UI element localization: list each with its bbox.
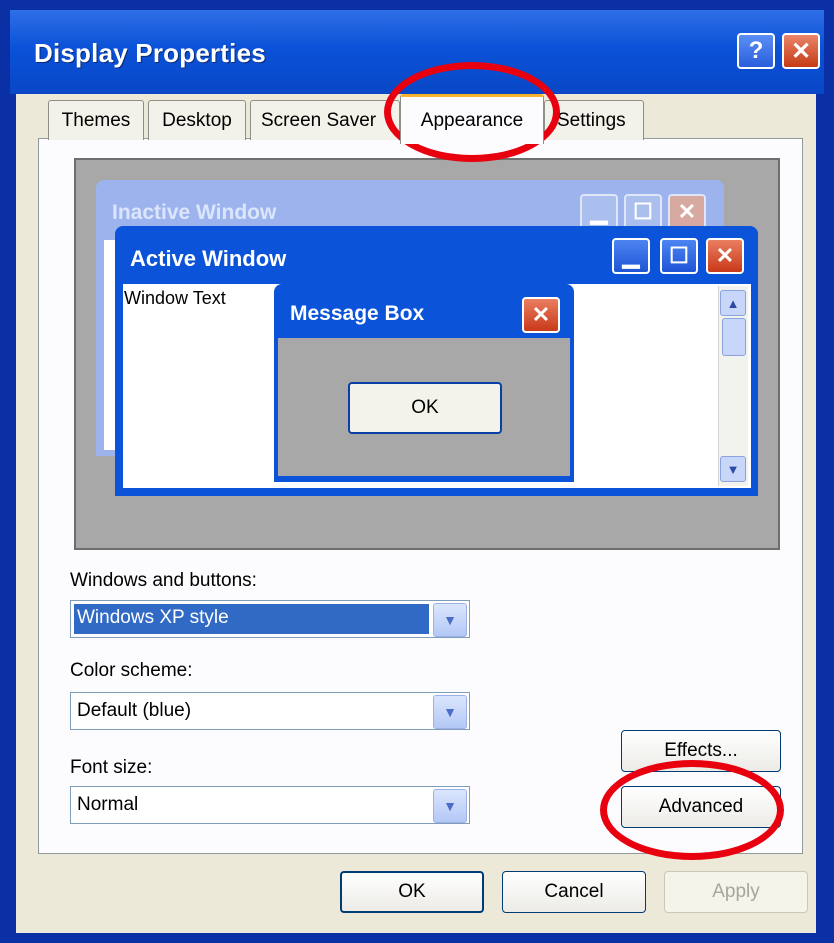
color-scheme-select[interactable]: Default (blue) ▼ <box>70 692 470 730</box>
font-size-label: Font size: <box>70 757 153 778</box>
maximize-icon: ☐ <box>660 238 698 274</box>
close-button[interactable]: ✕ <box>782 33 820 69</box>
inactive-window-title: Inactive Window <box>112 201 277 224</box>
cancel-button[interactable]: Cancel <box>502 871 646 913</box>
help-button[interactable]: ? <box>737 33 775 69</box>
close-icon: ✕ <box>668 194 706 230</box>
scroll-thumb <box>722 318 746 356</box>
close-icon: ✕ <box>522 297 560 333</box>
ok-button[interactable]: OK <box>340 871 484 913</box>
message-box-ok-button: OK <box>348 382 502 434</box>
tab-appearance[interactable]: Appearance <box>400 94 544 144</box>
close-icon: ✕ <box>706 238 744 274</box>
chevron-down-icon[interactable]: ▼ <box>433 695 467 729</box>
font-size-select[interactable]: Normal ▼ <box>70 786 470 824</box>
minimize-icon: ▁ <box>580 194 618 230</box>
color-scheme-value: Default (blue) <box>77 700 192 721</box>
maximize-icon: ☐ <box>624 194 662 230</box>
message-box-title: Message Box <box>290 302 425 325</box>
chevron-down-icon[interactable]: ▼ <box>433 603 467 637</box>
tab-themes[interactable]: Themes <box>48 100 144 140</box>
font-size-value: Normal <box>77 794 139 815</box>
color-scheme-label: Color scheme: <box>70 660 193 681</box>
window-title: Display Properties <box>34 38 266 68</box>
windows-buttons-label: Windows and buttons: <box>70 570 257 591</box>
apply-button[interactable]: Apply <box>664 871 808 913</box>
tab-desktop[interactable]: Desktop <box>148 100 246 140</box>
scroll-up-icon: ▲ <box>720 290 746 316</box>
minimize-icon: ▁ <box>612 238 650 274</box>
window-text-sample: Window Text <box>124 288 226 308</box>
windows-buttons-value: Windows XP style <box>74 604 429 634</box>
chevron-down-icon[interactable]: ▼ <box>433 789 467 823</box>
tab-screen-saver[interactable]: Screen Saver <box>250 100 400 140</box>
windows-buttons-select[interactable]: Windows XP style ▼ <box>70 600 470 638</box>
scroll-down-icon: ▼ <box>720 456 746 482</box>
highlight-ring-advanced <box>600 760 784 860</box>
active-window-title: Active Window <box>130 246 287 271</box>
